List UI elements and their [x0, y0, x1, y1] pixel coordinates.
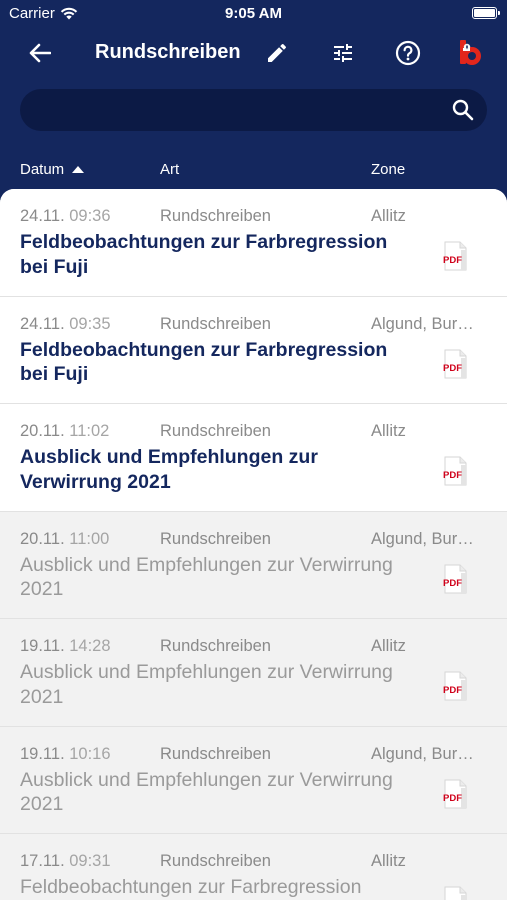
circular-list: 24.11. 09:36 Rundschreiben Allitz Feldbe…: [0, 189, 507, 900]
column-header-zone[interactable]: Zone: [371, 161, 405, 178]
list-item[interactable]: 20.11. 11:00 Rundschreiben Algund, Bur… …: [0, 511, 507, 619]
clock: 9:05 AM: [225, 5, 282, 22]
item-time: 11:02: [69, 422, 110, 440]
edit-button[interactable]: [260, 36, 294, 70]
item-zone: Allitz: [371, 422, 406, 440]
item-subject: Feldbeobachtungen zur Farbregression bei…: [20, 231, 388, 278]
column-headers: Datum Art Zone: [0, 158, 507, 184]
item-type: Rundschreiben: [160, 852, 271, 870]
item-zone: Allitz: [371, 852, 406, 870]
item-date: 19.11. 10:16: [20, 745, 111, 764]
list-item[interactable]: 24.11. 09:36 Rundschreiben Allitz Feldbe…: [0, 189, 507, 297]
column-header-type[interactable]: Art: [160, 161, 179, 178]
item-date: 24.11. 09:36: [20, 207, 111, 226]
column-header-date[interactable]: Datum: [20, 161, 85, 178]
item-zone: Allitz: [371, 207, 406, 225]
item-zone: Algund, Bur…: [371, 314, 474, 333]
pdf-icon[interactable]: PDF: [441, 456, 469, 486]
column-header-date-label: Datum: [20, 161, 65, 178]
list-item[interactable]: 19.11. 10:16 Rundschreiben Algund, Bur… …: [0, 726, 507, 834]
item-subject: Ausblick und Empfehlungen zur Verwirrung…: [20, 446, 318, 493]
item-type: Rundschreiben: [160, 207, 271, 225]
pdf-icon[interactable]: PDF: [441, 564, 469, 594]
battery-icon: [472, 7, 500, 19]
item-zone: Algund, Bur…: [371, 744, 474, 763]
arrow-left-icon: [29, 43, 51, 63]
item-zone: Algund, Bur…: [371, 529, 474, 548]
status-bar: Carrier 9:05 AM: [0, 0, 507, 30]
pdf-label: PDF: [443, 470, 462, 481]
item-date-day: 24.11.: [20, 207, 65, 225]
sort-ascending-icon: [72, 165, 85, 173]
item-time: 09:35: [69, 314, 111, 333]
item-subject: Ausblick und Empfehlungen zur Verwirrung…: [20, 768, 393, 816]
item-time: 10:16: [69, 744, 111, 763]
item-type: Rundschreiben: [160, 637, 271, 655]
item-subject: Ausblick und Empfehlungen zur Verwirrung…: [20, 553, 393, 601]
item-date-day: 19.11.: [20, 744, 65, 763]
help-button[interactable]: [391, 36, 425, 70]
item-date-day: 19.11.: [20, 637, 65, 655]
item-date: 24.11. 09:35: [20, 315, 111, 334]
pdf-icon[interactable]: PDF: [441, 671, 469, 701]
item-type: Rundschreiben: [160, 422, 271, 440]
item-date-day: 20.11.: [20, 422, 65, 440]
item-time: 11:00: [69, 529, 110, 548]
help-circle-icon: [395, 40, 421, 66]
item-date-day: 17.11.: [20, 852, 65, 870]
back-button[interactable]: [23, 36, 57, 70]
list-item[interactable]: 20.11. 11:02 Rundschreiben Allitz Ausbli…: [0, 404, 507, 512]
pdf-label: PDF: [443, 255, 462, 266]
item-date: 17.11. 09:31: [20, 852, 111, 871]
item-subject: Feldbeobachtungen zur Farbregression bei…: [20, 338, 388, 386]
item-time: 14:28: [69, 637, 111, 655]
page-title: Rundschreiben: [95, 41, 241, 63]
navigation-bar: Rundschreiben: [0, 30, 507, 76]
pdf-label: PDF: [443, 363, 462, 374]
list-item[interactable]: 19.11. 14:28 Rundschreiben Allitz Ausbli…: [0, 619, 507, 727]
list-item[interactable]: 24.11. 09:35 Rundschreiben Algund, Bur… …: [0, 296, 507, 404]
item-date: 20.11. 11:02: [20, 422, 109, 441]
item-time: 09:31: [69, 852, 111, 870]
column-header-zone-label: Zone: [371, 161, 406, 178]
search-input[interactable]: [38, 89, 438, 131]
pdf-label: PDF: [443, 685, 462, 696]
brand-logo-icon: [460, 40, 481, 65]
item-date: 19.11. 14:28: [20, 637, 111, 656]
list-item[interactable]: 17.11. 09:31 Rundschreiben Allitz Feldbe…: [0, 834, 507, 900]
sliders-icon: [334, 44, 352, 62]
pdf-label: PDF: [443, 578, 462, 589]
pdf-icon[interactable]: PDF: [441, 886, 469, 900]
item-type: Rundschreiben: [160, 529, 271, 548]
column-header-type-label: Art: [160, 161, 180, 178]
filter-button[interactable]: [326, 36, 360, 70]
pencil-icon: [268, 44, 286, 62]
item-subject: Ausblick und Empfehlungen zur Verwirrung…: [20, 661, 393, 708]
pdf-icon[interactable]: PDF: [441, 241, 469, 271]
search-icon[interactable]: [451, 98, 475, 122]
item-subject: Feldbeobachtungen zur Farbregression: [20, 876, 362, 898]
item-type: Rundschreiben: [160, 314, 271, 333]
pdf-icon[interactable]: PDF: [441, 779, 469, 809]
item-zone: Allitz: [371, 637, 406, 655]
item-type: Rundschreiben: [160, 744, 271, 763]
pdf-label: PDF: [443, 793, 462, 804]
pdf-icon[interactable]: PDF: [441, 349, 469, 379]
brand-logo[interactable]: [454, 36, 488, 70]
item-date-day: 20.11.: [20, 529, 65, 548]
item-date-day: 24.11.: [20, 314, 65, 333]
search-bar: [20, 89, 487, 131]
item-date: 20.11. 11:00: [20, 530, 109, 549]
item-time: 09:36: [69, 207, 111, 225]
